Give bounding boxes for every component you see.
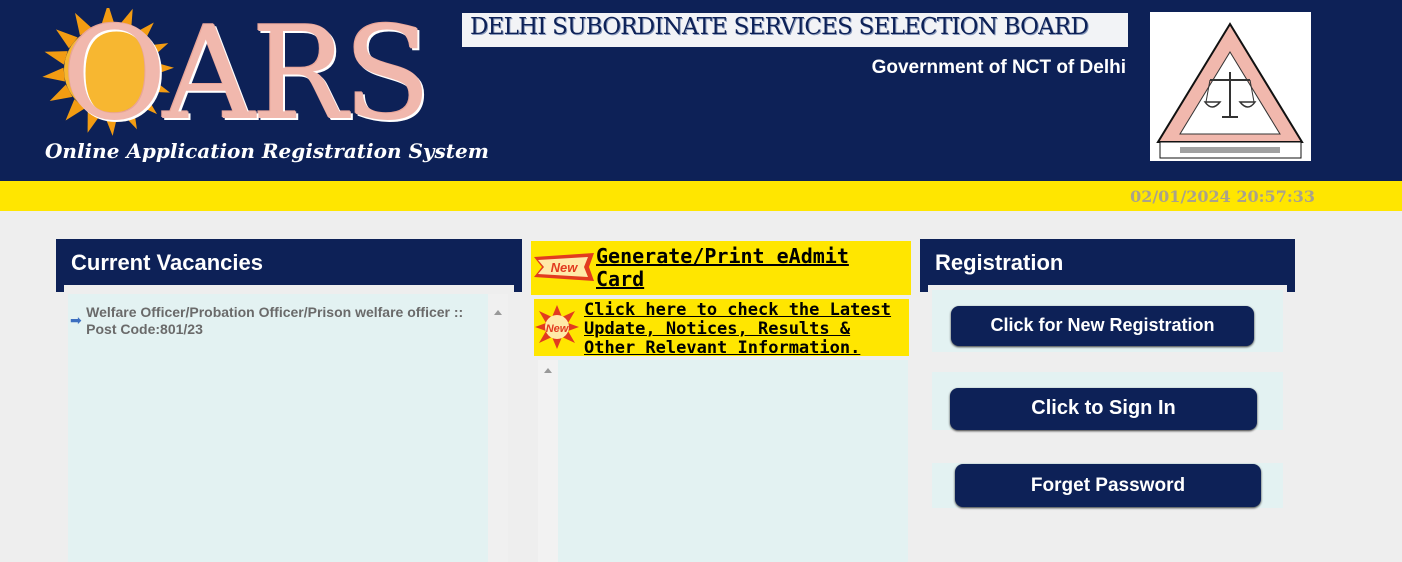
arrow-right-icon: ➡ [70, 312, 82, 328]
current-datetime: 02/01/2024 20:57:33 [1130, 187, 1315, 206]
latest-update-banner[interactable]: New Click here to check the Latest Updat… [534, 299, 909, 358]
admit-card-banner[interactable]: New Generate/Print eAdmit Card [531, 241, 911, 295]
latest-update-link[interactable]: Click here to check the Latest Update, N… [584, 301, 909, 358]
site-header: OARS Online Application Registration Sys… [0, 0, 1402, 181]
new-badge-icon: New [534, 253, 594, 281]
scroll-up-icon[interactable] [544, 368, 552, 373]
oars-logo: OARS [40, 0, 460, 149]
notices-list [558, 360, 908, 562]
site-tagline: Online Application Registration System [45, 139, 489, 163]
notices-scrollbar[interactable] [538, 360, 558, 562]
sign-in-row: Click to Sign In [932, 372, 1283, 430]
vacancies-list: ➡ Welfare Officer/Probation Officer/Pris… [68, 294, 488, 562]
new-burst-icon: New [535, 305, 579, 349]
forget-password-row: Forget Password [932, 463, 1283, 508]
generate-admit-card-link[interactable]: Generate/Print eAdmit Card [596, 245, 896, 291]
new-badge-text: New [551, 260, 579, 275]
vacancies-scrollbar[interactable] [488, 294, 508, 562]
government-name: Government of NCT of Delhi [871, 57, 1126, 78]
date-bar: 02/01/2024 20:57:33 [0, 181, 1402, 211]
sign-in-button[interactable]: Click to Sign In [950, 388, 1257, 430]
forget-password-button[interactable]: Forget Password [955, 464, 1261, 507]
logo-text: OARS [62, 0, 431, 149]
new-burst-text: New [546, 323, 570, 335]
scroll-up-icon[interactable] [494, 310, 502, 315]
registration-header: Registration [920, 239, 1295, 292]
dsssb-seal-icon [1150, 12, 1311, 161]
current-vacancies-header: Current Vacancies [56, 239, 522, 292]
vacancy-link[interactable]: Welfare Officer/Probation Officer/Prison… [86, 304, 488, 338]
board-title: DELHI SUBORDINATE SERVICES SELECTION BOA… [470, 14, 1089, 40]
new-registration-button[interactable]: Click for New Registration [951, 306, 1254, 346]
list-item[interactable]: ➡ Welfare Officer/Probation Officer/Pris… [70, 304, 488, 338]
new-registration-row: Click for New Registration [932, 290, 1283, 352]
